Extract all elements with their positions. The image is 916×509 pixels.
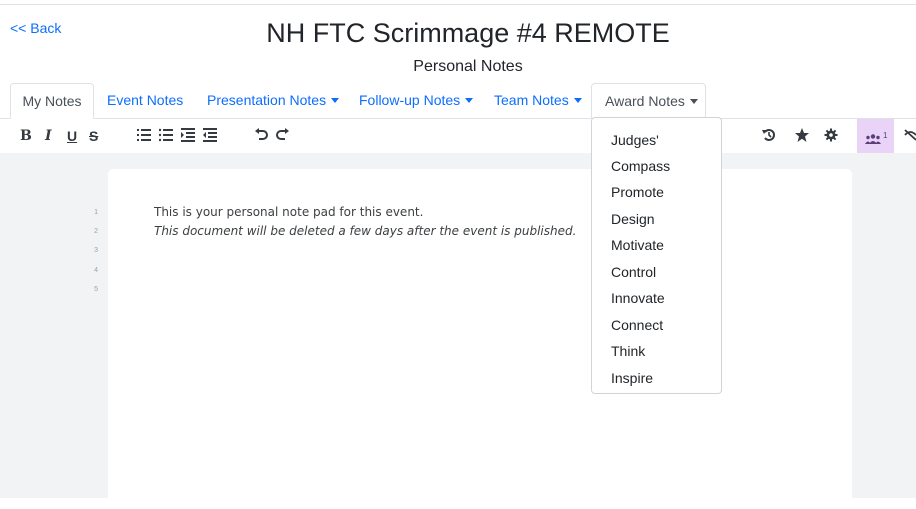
line-number: 1: [94, 209, 98, 216]
menu-item-inspire[interactable]: Inspire: [611, 370, 653, 386]
eye-slash-icon[interactable]: [904, 127, 916, 145]
menu-item-compass[interactable]: Compass: [611, 158, 670, 174]
undo-icon[interactable]: [254, 127, 268, 145]
note-document[interactable]: [108, 169, 852, 509]
redo-icon[interactable]: [276, 127, 290, 145]
menu-item-design[interactable]: Design: [611, 211, 655, 227]
chevron-down-icon: [331, 98, 340, 103]
users-icon: [865, 131, 881, 149]
chevron-down-icon: [689, 99, 698, 104]
bold-icon[interactable]: B: [20, 127, 32, 145]
menu-item-think[interactable]: Think: [611, 343, 645, 359]
note-line-1[interactable]: This is your personal note pad for this …: [154, 205, 423, 219]
tab-presentation-notes[interactable]: Presentation Notes: [207, 83, 340, 117]
line-number: 4: [94, 267, 98, 274]
line-number: 5: [94, 286, 98, 293]
outdent-icon[interactable]: [203, 127, 217, 145]
strikethrough-icon[interactable]: S: [89, 127, 98, 145]
menu-item-promote[interactable]: Promote: [611, 184, 664, 200]
chevron-down-icon: [573, 98, 582, 103]
menu-item-control[interactable]: Control: [611, 264, 656, 280]
menu-item-motivate[interactable]: Motivate: [611, 237, 664, 253]
tab-my-notes[interactable]: My Notes: [10, 83, 94, 119]
star-icon[interactable]: [795, 127, 809, 145]
line-number: 2: [94, 228, 98, 235]
line-number: 3: [94, 247, 98, 254]
note-line-2[interactable]: This document will be deleted a few days…: [154, 224, 576, 238]
menu-item-innovate[interactable]: Innovate: [611, 290, 665, 306]
award-notes-dropdown: Judges' Compass Promote Design Motivate …: [591, 117, 722, 394]
editor-toolbar: B I U S: [0, 119, 916, 153]
users-count: 1: [883, 131, 888, 140]
users-online-button[interactable]: 1: [857, 119, 894, 153]
unordered-list-icon[interactable]: [159, 127, 173, 145]
tab-team-notes[interactable]: Team Notes: [494, 83, 582, 117]
menu-item-connect[interactable]: Connect: [611, 317, 663, 333]
underline-icon[interactable]: U: [67, 127, 77, 145]
tab-follow-up-notes[interactable]: Follow-up Notes: [359, 83, 474, 117]
top-divider: [0, 4, 916, 5]
italic-icon[interactable]: I: [45, 127, 52, 145]
page-subtitle: Personal Notes: [413, 58, 523, 75]
gear-icon[interactable]: [824, 127, 838, 145]
page-title: NH FTC Scrimmage #4 REMOTE: [266, 18, 670, 48]
notes-tabs: My Notes Event Notes Presentation Notes …: [0, 83, 916, 119]
tab-award-notes[interactable]: Award Notes: [591, 83, 706, 119]
chevron-down-icon: [465, 98, 474, 103]
ordered-list-icon[interactable]: [137, 127, 151, 145]
tab-event-notes[interactable]: Event Notes: [107, 83, 183, 117]
indent-icon[interactable]: [181, 127, 195, 145]
menu-item-judges[interactable]: Judges': [611, 132, 659, 148]
history-icon[interactable]: [762, 127, 776, 145]
